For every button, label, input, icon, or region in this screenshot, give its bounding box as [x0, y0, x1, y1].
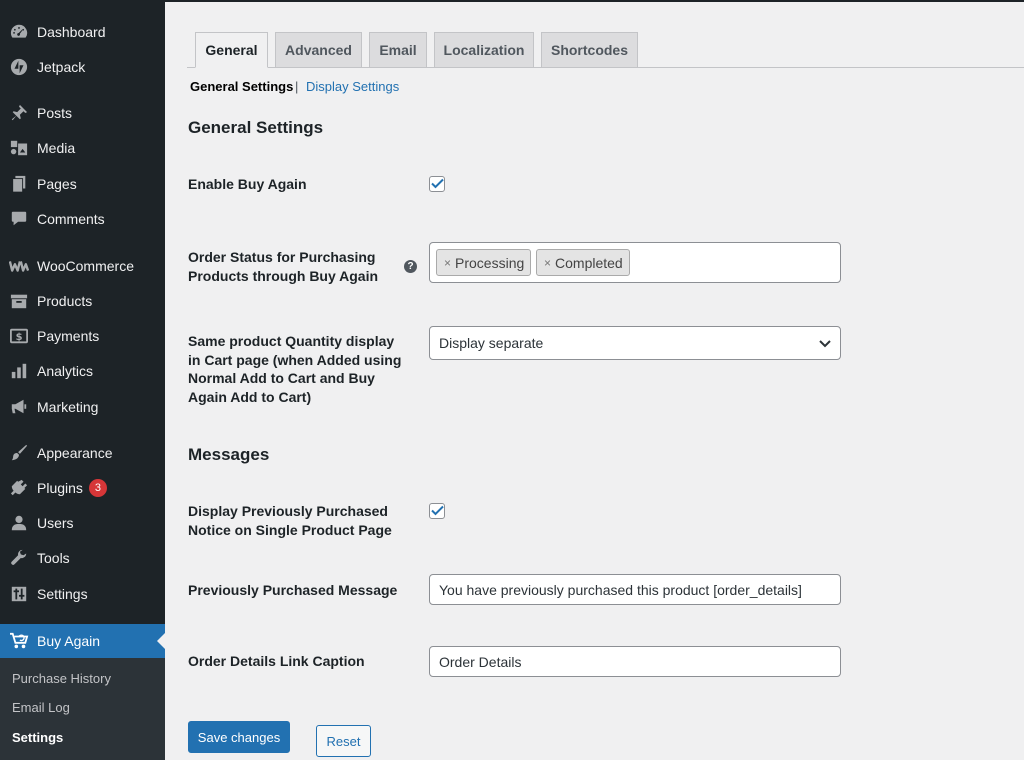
purchased-message-input[interactable]: You have previously purchased this produ…: [429, 574, 841, 605]
sliders-icon: [9, 584, 29, 604]
plug-icon: [9, 478, 29, 498]
order-status-tag-processing: × Processing: [436, 249, 532, 276]
sidebar-item-analytics[interactable]: Analytics: [0, 354, 165, 388]
sidebar-item-label: Settings: [37, 586, 88, 602]
quantity-display-select[interactable]: Display separate: [429, 326, 841, 360]
sidebar-item-media[interactable]: Media: [0, 131, 165, 165]
tab-email[interactable]: Email: [369, 32, 427, 68]
sidebar-item-label: Users: [37, 515, 74, 531]
tab-localization[interactable]: Localization: [434, 32, 534, 68]
tab-shortcodes[interactable]: Shortcodes: [541, 32, 638, 68]
sidebar-item-label: Media: [37, 140, 76, 156]
sidebar-item-products[interactable]: Products: [0, 284, 165, 318]
order-status-multiselect[interactable]: × Processing × Completed: [429, 242, 841, 283]
checkmark-icon: [430, 503, 444, 519]
pages-icon: [9, 174, 29, 194]
order-status-label: Order Status for Purchasing Products thr…: [188, 249, 379, 284]
sidebar-item-buy-again[interactable]: Buy Again: [0, 624, 165, 658]
tab-general[interactable]: General: [195, 32, 268, 68]
enable-buy-again-checkbox[interactable]: [429, 176, 445, 192]
woocommerce-icon: [9, 256, 29, 276]
svg-text:$: $: [16, 332, 23, 343]
admin-sidebar: Dashboard Jetpack Posts Media Pages Comm…: [0, 0, 165, 760]
reset-button[interactable]: Reset: [316, 725, 371, 757]
sidebar-item-label: WooCommerce: [37, 258, 134, 274]
order-status-tag-completed: × Completed: [536, 249, 630, 276]
archive-icon: [9, 291, 29, 311]
sidebar-item-pages[interactable]: Pages: [0, 167, 165, 201]
section-title-general: General Settings: [188, 118, 324, 137]
save-changes-button[interactable]: Save changes: [188, 721, 290, 753]
sidebar-item-label: Comments: [37, 211, 105, 227]
sidebar-item-plugins[interactable]: Plugins 3: [0, 471, 165, 505]
update-count-badge: 3: [88, 479, 107, 497]
quantity-display-label: Same product Quantity display in Cart pa…: [188, 333, 402, 405]
display-notice-checkbox[interactable]: [429, 503, 445, 519]
sidebar-item-label: Plugins: [37, 480, 83, 496]
sidebar-item-users[interactable]: Users: [0, 506, 165, 540]
purchased-message-value: You have previously purchased this produ…: [439, 581, 802, 598]
sidebar-item-label: Analytics: [37, 363, 94, 379]
sidebar-item-label: Appearance: [37, 445, 113, 461]
link-caption-input[interactable]: Order Details: [429, 646, 841, 677]
comment-icon: [9, 209, 29, 229]
sidebar-item-label: Pages: [37, 176, 77, 192]
megaphone-icon: [9, 397, 29, 417]
sidebar-item-comments[interactable]: Comments: [0, 202, 165, 236]
enable-buy-again-label: Enable Buy Again: [188, 176, 307, 192]
cart-icon: [9, 631, 29, 651]
submenu-purchase-history[interactable]: Purchase History: [12, 671, 111, 686]
sidebar-item-marketing[interactable]: Marketing: [0, 390, 165, 424]
quantity-display-value: Display separate: [439, 335, 544, 351]
sidebar-item-label: Marketing: [37, 399, 99, 415]
sidebar-item-payments[interactable]: $ Payments: [0, 319, 165, 353]
display-notice-label: Display Previously Purchased Notice on S…: [188, 503, 392, 538]
chevron-down-icon: [818, 336, 832, 353]
sidebar-item-woocommerce[interactable]: WooCommerce: [0, 249, 165, 283]
sidebar-item-label: Dashboard: [37, 24, 106, 40]
sidebar-item-jetpack[interactable]: Jetpack: [0, 50, 165, 84]
bar-chart-icon: [9, 361, 29, 381]
jetpack-icon: [9, 57, 29, 77]
checkmark-icon: [430, 176, 444, 192]
sidebar-item-label: Products: [37, 293, 93, 309]
buy-again-submenu: Purchase History Email Log Settings: [0, 658, 165, 760]
admin-top-edge: [165, 0, 1024, 2]
submenu-settings[interactable]: Settings: [12, 730, 63, 745]
tab-advanced[interactable]: Advanced: [275, 32, 362, 68]
dollar-icon: $: [9, 326, 29, 346]
section-title-messages: Messages: [188, 445, 270, 464]
sidebar-item-label: Buy Again: [37, 633, 101, 649]
subnav-display-settings-link[interactable]: Display Settings: [306, 79, 399, 94]
sidebar-item-label: Tools: [37, 550, 70, 566]
wrench-icon: [9, 548, 29, 568]
submenu-email-log[interactable]: Email Log: [12, 700, 70, 715]
user-icon: [9, 513, 29, 533]
sidebar-item-posts[interactable]: Posts: [0, 96, 165, 130]
tag-remove-icon[interactable]: ×: [544, 256, 551, 270]
subnav-separator: |: [295, 79, 299, 94]
tag-remove-icon[interactable]: ×: [444, 256, 451, 270]
link-caption-value: Order Details: [439, 653, 522, 670]
purchased-message-label: Previously Purchased Message: [188, 582, 398, 598]
sidebar-item-label: Payments: [37, 328, 100, 344]
dashboard-icon: [9, 22, 29, 42]
media-icon: [9, 138, 29, 158]
link-caption-label: Order Details Link Caption: [188, 653, 365, 669]
sidebar-item-tools[interactable]: Tools: [0, 541, 165, 575]
sidebar-item-settings[interactable]: Settings: [0, 577, 165, 611]
pin-icon: [9, 103, 29, 123]
help-icon-glyph: ?: [407, 261, 414, 272]
subnav-general-settings[interactable]: General Settings: [190, 79, 293, 94]
sidebar-item-label: Posts: [37, 105, 73, 121]
sidebar-item-label: Jetpack: [37, 59, 86, 75]
tag-label: Processing: [455, 254, 525, 271]
help-icon[interactable]: ?: [404, 260, 417, 273]
sidebar-item-dashboard[interactable]: Dashboard: [0, 15, 165, 49]
paintbrush-icon: [9, 443, 29, 463]
sidebar-item-appearance[interactable]: Appearance: [0, 436, 165, 470]
tag-label: Completed: [555, 254, 623, 271]
